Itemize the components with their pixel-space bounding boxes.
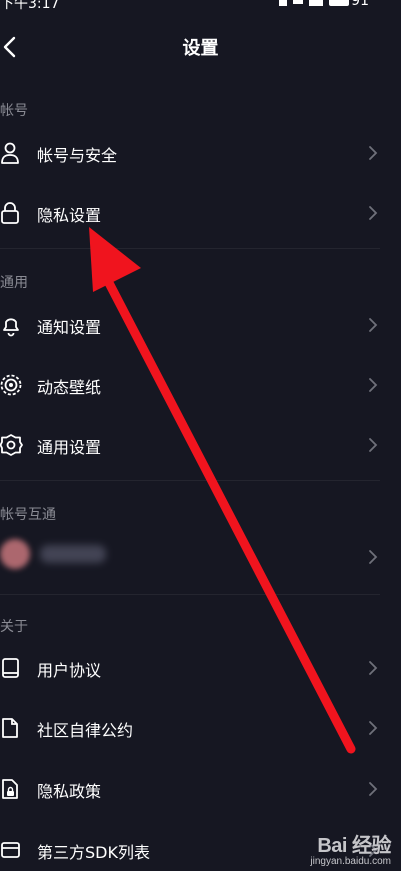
gear-icon <box>0 434 23 456</box>
wifi-icon <box>293 0 303 4</box>
settings-item-notifications[interactable]: 通知设置 <box>0 295 401 355</box>
settings-item-label: 用户协议 <box>37 661 102 680</box>
header: 设置 <box>0 22 401 72</box>
card-icon <box>1 842 20 858</box>
linked-account-name-redacted <box>40 545 106 563</box>
settings-item-label: 第三方SDK列表 <box>37 843 150 862</box>
chevron-right-icon <box>369 782 378 796</box>
watermark-url: jingyan.baidu.com <box>310 856 391 867</box>
settings-item-live-wallpaper[interactable]: 动态壁纸 <box>0 355 401 415</box>
section-title-general: 通用 <box>0 275 28 291</box>
status-bar: 下午3:17 91 <box>0 0 401 12</box>
document-icon <box>2 718 18 738</box>
section-title-about: 关于 <box>0 619 28 635</box>
bell-icon <box>3 318 19 337</box>
page-title: 设置 <box>182 38 219 59</box>
linked-account-item[interactable] <box>0 527 401 587</box>
chevron-right-icon <box>369 661 378 675</box>
vibrate-icon <box>279 0 287 6</box>
settings-item-label: 帐号与安全 <box>37 146 118 165</box>
settings-item-label: 通用设置 <box>37 438 102 457</box>
chevron-right-icon <box>369 206 378 220</box>
watermark: Bai 经验 jingyan.baidu.com <box>310 829 391 867</box>
watermark-logo: Bai 经验 <box>317 835 391 857</box>
user-icon <box>1 142 19 164</box>
settings-item-account-security[interactable]: 帐号与安全 <box>0 123 401 183</box>
chevron-right-icon <box>369 550 378 564</box>
settings-item-user-agreement[interactable]: 用户协议 <box>0 638 401 698</box>
settings-item-label: 动态壁纸 <box>37 378 102 397</box>
chevron-right-icon <box>369 438 378 452</box>
signal-icon <box>309 0 323 6</box>
status-icons <box>279 0 349 6</box>
chevron-right-icon <box>369 721 378 735</box>
section-divider <box>0 248 380 249</box>
section-divider <box>0 480 380 481</box>
settings-item-label: 通知设置 <box>37 318 102 337</box>
chevron-right-icon <box>369 146 378 160</box>
book-icon <box>2 658 19 678</box>
battery-icon <box>329 0 349 6</box>
settings-item-label: 隐私设置 <box>37 206 102 225</box>
lock-icon <box>1 202 19 224</box>
section-title-account: 帐号 <box>0 103 28 119</box>
settings-item-label: 社区自律公约 <box>37 721 134 740</box>
document-lock-icon <box>2 779 18 799</box>
battery-level: 91 <box>351 0 369 9</box>
linked-account-avatar <box>0 539 30 569</box>
chevron-right-icon <box>369 318 378 332</box>
settings-item-privacy[interactable]: 隐私设置 <box>0 183 401 243</box>
wallpaper-icon <box>0 374 22 396</box>
settings-item-community-guidelines[interactable]: 社区自律公约 <box>0 698 401 758</box>
section-title-linked-accounts: 帐号互通 <box>0 507 56 523</box>
settings-item-label: 隐私政策 <box>37 782 102 801</box>
chevron-right-icon <box>369 378 378 392</box>
status-time: 下午3:17 <box>0 0 60 12</box>
settings-item-general-settings[interactable]: 通用设置 <box>0 415 401 475</box>
settings-item-privacy-policy[interactable]: 隐私政策 <box>0 759 401 819</box>
section-divider <box>0 594 380 595</box>
